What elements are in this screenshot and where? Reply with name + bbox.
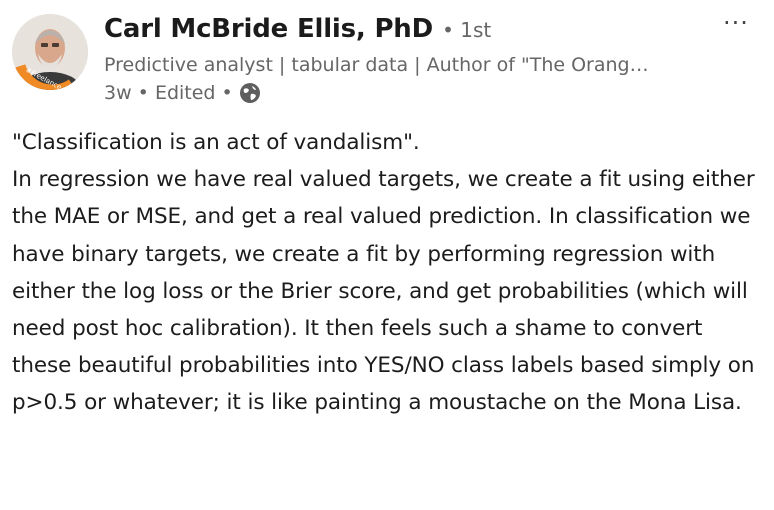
post-meta: 3w • Edited • (104, 82, 261, 104)
globe-icon (239, 82, 261, 104)
connection-degree: • 1st (442, 18, 492, 42)
meta-separator: • (131, 82, 155, 104)
author-name-line: Carl McBride Ellis, PhD • 1st (104, 14, 491, 44)
author-name[interactable]: Carl McBride Ellis, PhD (104, 14, 433, 44)
edited-label: Edited (154, 82, 216, 104)
post-paragraph: In regression we have real valued target… (12, 167, 755, 416)
meta-separator: • (215, 82, 233, 104)
post-time: 3w (104, 82, 132, 104)
feed-post: #Freelance Carl McBride Ellis, PhD • 1st… (0, 0, 774, 510)
more-options-button[interactable]: ··· (716, 8, 756, 38)
post-body: "Classification is an act of vandalism".… (12, 124, 768, 422)
avatar-image: #Freelance (12, 14, 88, 90)
author-headline: Predictive analyst | tabular data | Auth… (104, 54, 649, 76)
author-avatar[interactable]: #Freelance (12, 14, 88, 90)
post-quote: "Classification is an act of vandalism". (12, 130, 420, 155)
